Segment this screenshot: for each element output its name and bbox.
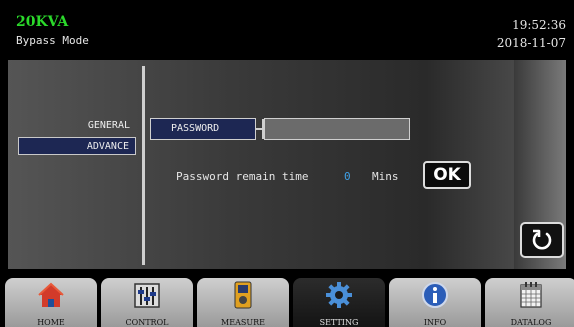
datalog-calendar-icon [520,282,542,308]
menu-item-general[interactable]: GENERAL [18,118,132,134]
nav-tab-home[interactable]: HOME [5,278,97,327]
gear-icon [326,282,352,308]
nav-tab-label: DATALOG [510,318,552,327]
ok-button[interactable]: OK [423,161,471,189]
nav-tab-label: CONTROL [125,318,169,327]
panel-divider [142,66,145,265]
info-icon [422,282,448,308]
remain-time-unit: Mins [372,170,399,183]
nav-tab-label: SETTING [319,318,359,327]
ups-screen: 20KVA Bypass Mode 19:52:36 2018-11-07 GE… [0,0,574,327]
clock-time: 19:52:36 [512,18,566,32]
password-label: PASSWORD [150,118,256,140]
password-field[interactable] [264,118,410,140]
nav-tab-info[interactable]: INFO [389,278,481,327]
nav-tab-measure[interactable]: MEASURE [197,278,289,327]
nav-tab-label: INFO [423,318,447,327]
home-icon [38,282,64,307]
model-label: 20KVA [16,14,69,30]
return-icon [532,229,552,250]
status-header: 20KVA Bypass Mode 19:52:36 2018-11-07 [0,0,574,56]
clock-date: 2018-11-07 [496,36,566,50]
return-button[interactable] [520,222,564,258]
nav-tab-datalog[interactable]: DATALOG [485,278,574,327]
nav-tab-setting[interactable]: SETTING [293,278,385,327]
remain-time-value: 0 [344,170,351,183]
control-sliders-icon [134,283,160,308]
measure-meter-icon [234,281,252,309]
menu-item-advance[interactable]: ADVANCE [18,137,136,155]
nav-tab-control[interactable]: CONTROL [101,278,193,327]
settings-panel [8,60,566,269]
nav-tab-label: HOME [37,318,65,327]
remain-time-label: Password remain time [176,170,309,183]
nav-tab-label: MEASURE [221,318,265,327]
mode-label: Bypass Mode [16,34,89,47]
